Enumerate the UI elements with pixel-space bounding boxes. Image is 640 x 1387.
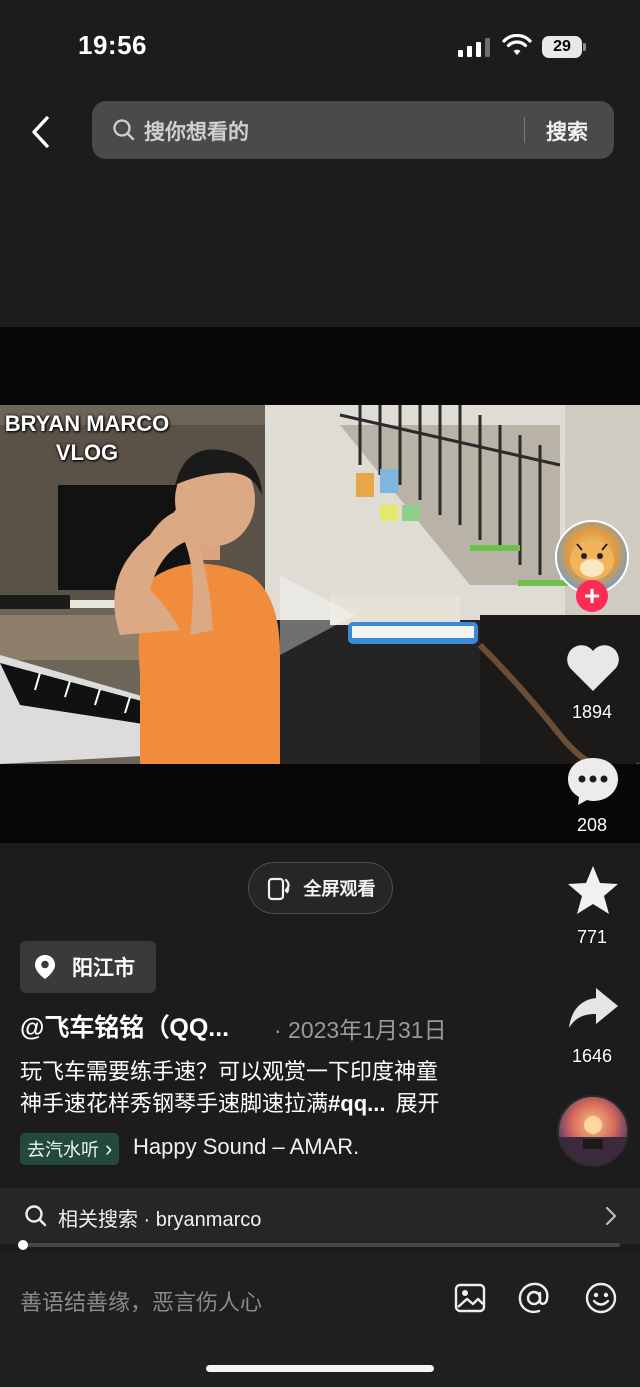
share-icon[interactable]: [565, 984, 621, 1036]
post-date: · 2023年1月31日: [274, 1017, 447, 1043]
album-cover-icon: [559, 1116, 627, 1165]
author-name[interactable]: @飞车铭铭（QQ...: [20, 1008, 229, 1044]
share-count: 1646: [571, 1046, 613, 1066]
music-app-label: 去汽水听: [27, 1140, 99, 1160]
search-button[interactable]: 搜索: [546, 116, 588, 146]
comment-icon[interactable]: [565, 755, 621, 807]
video-player[interactable]: BRYAN MARCO VLOG: [0, 405, 640, 764]
video-top-area: [0, 186, 640, 327]
fullscreen-icon: [267, 877, 290, 901]
location-pin-icon: [35, 955, 55, 979]
related-search-bar[interactable]: 相关搜索 · bryanmarco: [0, 1188, 640, 1244]
song-name[interactable]: Happy Sound – AMAR.: [133, 1134, 359, 1160]
follow-button[interactable]: +: [576, 580, 608, 612]
fullscreen-label: 全屏观看: [303, 879, 376, 899]
cellular-signal-icon: [458, 38, 490, 57]
image-icon[interactable]: [452, 1280, 488, 1316]
music-app-link[interactable]: 去汽水听 ›: [20, 1133, 120, 1165]
location-chip[interactable]: 阳江市: [20, 941, 156, 993]
comment-count: 208: [576, 815, 608, 835]
comment-bar: 善语结善缘，恶言伤人心: [0, 1252, 640, 1387]
battery-tip: [583, 43, 586, 51]
search-icon: [113, 119, 135, 141]
expand-link[interactable]: 展开: [395, 1091, 439, 1116]
fullscreen-button[interactable]: 全屏观看: [248, 862, 393, 914]
video-caption[interactable]: 玩飞车需要练手速？可以观赏一下印度神童 神手速花样秀钢琴手速脚速拉满#qq...…: [20, 1056, 550, 1120]
favorite-count: 771: [576, 927, 608, 947]
back-button[interactable]: [20, 112, 60, 152]
emoji-icon[interactable]: [583, 1280, 619, 1316]
heart-icon[interactable]: [565, 642, 621, 694]
related-search-label: 相关搜索 · bryanmarco: [58, 1209, 262, 1231]
search-bar[interactable]: 搜你想看的 搜索: [92, 101, 614, 159]
like-count: 1894: [571, 702, 613, 722]
chevron-right-icon: ›: [105, 1136, 113, 1161]
video-overlay-title: BRYAN MARCO VLOG: [4, 411, 170, 465]
search-input[interactable]: 搜你想看的: [144, 116, 249, 146]
caption-line-1: 玩飞车需要练手速？可以观赏一下印度神童: [20, 1059, 439, 1084]
progress-handle[interactable]: [18, 1240, 28, 1250]
status-time: 19:56: [78, 30, 147, 60]
caption-line-2: 神手速花样秀钢琴手速脚速拉满#qq... 展开: [20, 1088, 550, 1120]
location-label: 阳江市: [72, 957, 135, 980]
caption-text: 神手速花样秀钢琴手速脚速拉满: [20, 1091, 329, 1116]
search-divider: [524, 117, 525, 143]
wifi-icon: [502, 34, 532, 55]
home-indicator[interactable]: [206, 1365, 434, 1372]
back-arrow-icon: [32, 116, 49, 148]
comment-input[interactable]: 善语结善缘，恶言伤人心: [20, 1285, 262, 1317]
video-progress-bar[interactable]: [20, 1243, 620, 1247]
caption-hashtag[interactable]: #qq...: [328, 1091, 385, 1116]
star-icon[interactable]: [565, 864, 621, 916]
search-icon: [25, 1205, 47, 1227]
battery-indicator: 29: [542, 36, 582, 58]
chevron-right-icon: [605, 1206, 617, 1226]
music-disc[interactable]: [557, 1095, 629, 1167]
at-icon[interactable]: [516, 1280, 552, 1316]
